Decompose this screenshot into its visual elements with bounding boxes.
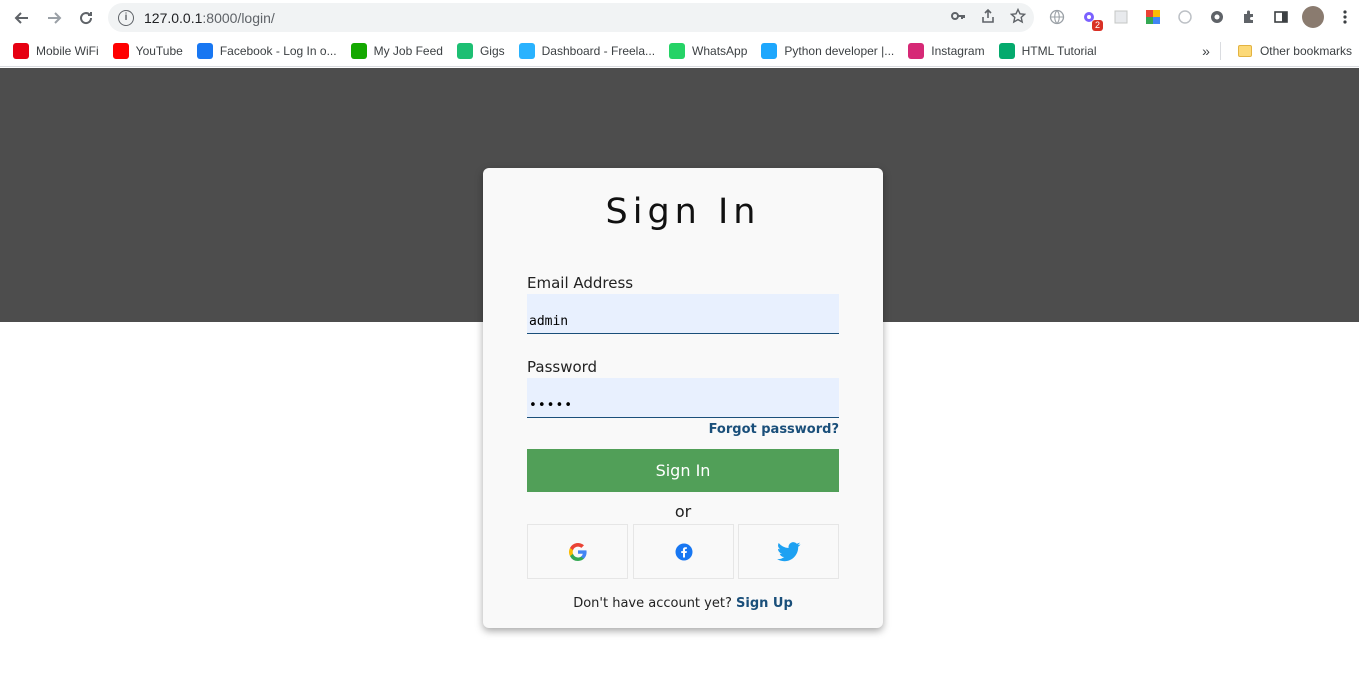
- fiverr-icon: [456, 42, 473, 59]
- bookmark-item[interactable]: HTML Tutorial: [992, 39, 1104, 63]
- forward-button[interactable]: [41, 5, 67, 31]
- twitter-login-button[interactable]: [738, 524, 839, 579]
- bookmark-label: Mobile WiFi: [36, 43, 99, 58]
- arrow-right-icon: [48, 12, 62, 24]
- url-text[interactable]: 127.0.0.1:8000/login/: [144, 10, 275, 26]
- extension-badge-icon[interactable]: 2: [1078, 6, 1103, 31]
- or-divider: or: [674, 502, 692, 521]
- back-button[interactable]: [9, 5, 35, 31]
- url-path: :8000/login/: [202, 9, 275, 26]
- star-icon[interactable]: [1010, 8, 1026, 24]
- password-label: Password: [527, 358, 598, 376]
- page-title: Sign In: [605, 192, 761, 232]
- share-icon[interactable]: [980, 8, 996, 24]
- url-host: 127.0.0.1: [144, 9, 203, 26]
- bookmark-label: YouTube: [135, 43, 183, 58]
- side-panel-icon[interactable]: [1270, 6, 1292, 28]
- circle-extension-icon[interactable]: [1174, 6, 1196, 28]
- bookmark-label: HTML Tutorial: [1021, 43, 1097, 58]
- bookmarks-bar: Mobile WiFi YouTube Facebook - Log In o...…: [0, 35, 1359, 67]
- facebook-login-button[interactable]: [633, 524, 734, 579]
- login-card: Sign In Email Address Password Forgot pa…: [483, 168, 883, 628]
- other-bookmarks-label: Other bookmarks: [1259, 44, 1352, 58]
- extensions-area: 2: [1046, 6, 1356, 31]
- whatsapp-icon: [669, 42, 686, 59]
- google-icon: [568, 542, 587, 561]
- other-bookmarks-folder[interactable]: Other bookmarks: [1231, 39, 1359, 63]
- bookmark-label: Dashboard - Freela...: [541, 43, 656, 58]
- bookmark-item[interactable]: My Job Feed: [344, 39, 450, 63]
- email-field[interactable]: [527, 294, 839, 334]
- sign-up-link[interactable]: Sign Up: [736, 596, 793, 611]
- bookmark-item[interactable]: Facebook - Log In o...: [190, 39, 344, 63]
- bookmark-label: WhatsApp: [692, 43, 748, 58]
- bookmark-item[interactable]: Python developer |...: [754, 39, 901, 63]
- extensions-puzzle-icon[interactable]: [1238, 6, 1260, 28]
- huawei-icon: [13, 42, 29, 59]
- omnibox-actions: [950, 8, 1026, 24]
- email-label: Email Address: [527, 274, 634, 292]
- upwork-icon: [350, 42, 367, 59]
- bookmark-label: Python developer |...: [784, 43, 895, 58]
- twitter-icon: [776, 541, 800, 561]
- signup-prompt-text: Don't have account yet?: [573, 596, 732, 611]
- youtube-icon: [112, 42, 129, 59]
- bookmark-item[interactable]: Gigs: [450, 39, 512, 63]
- bookmark-item[interactable]: WhatsApp: [662, 39, 754, 63]
- reload-icon: [80, 12, 93, 25]
- google-login-button[interactable]: [527, 524, 628, 579]
- gear-extension-icon[interactable]: [1206, 6, 1228, 28]
- folder-icon: [1237, 45, 1252, 57]
- reload-button[interactable]: [73, 5, 99, 31]
- extension-badge-count: 2: [1091, 20, 1103, 31]
- bird-icon: [761, 42, 778, 59]
- facebook-icon: [675, 543, 692, 560]
- bookmark-label: Gigs: [479, 43, 505, 58]
- address-bar[interactable]: i 127.0.0.1:8000/login/: [108, 3, 1034, 32]
- key-icon[interactable]: [950, 8, 966, 24]
- globe-icon[interactable]: [1046, 6, 1068, 28]
- sign-in-button[interactable]: Sign In: [527, 449, 839, 492]
- bookmark-item[interactable]: Mobile WiFi: [6, 39, 106, 63]
- facebook-icon: [196, 42, 213, 59]
- bookmark-item[interactable]: Dashboard - Freela...: [512, 39, 662, 63]
- bookmarks-right: » Other bookmarks: [1192, 39, 1359, 63]
- bookmark-label: Facebook - Log In o...: [219, 43, 337, 58]
- more-bookmarks-button[interactable]: »: [1192, 43, 1220, 59]
- password-field[interactable]: [527, 378, 839, 418]
- signup-prompt: Don't have account yet? Sign Up: [483, 596, 883, 611]
- bookmark-item[interactable]: Instagram: [901, 39, 991, 63]
- site-info-icon[interactable]: i: [118, 9, 134, 26]
- profile-avatar[interactable]: [1302, 6, 1324, 28]
- colorful-extension-icon[interactable]: [1142, 6, 1164, 28]
- freelancer-icon: [518, 42, 535, 59]
- forgot-password-link[interactable]: Forgot password?: [709, 422, 839, 437]
- arrow-left-icon: [14, 12, 28, 24]
- kebab-menu-icon[interactable]: [1334, 6, 1356, 28]
- bookmarks-divider: [1219, 42, 1221, 60]
- bookmark-label: My Job Feed: [373, 43, 443, 58]
- puzzle-grey-icon[interactable]: [1110, 6, 1132, 28]
- instagram-icon: [908, 42, 925, 59]
- bookmark-item[interactable]: YouTube: [106, 39, 190, 63]
- browser-toolbar: i 127.0.0.1:8000/login/ 2: [0, 0, 1359, 35]
- bookmark-label: Instagram: [931, 43, 985, 58]
- w3schools-icon: [998, 42, 1015, 59]
